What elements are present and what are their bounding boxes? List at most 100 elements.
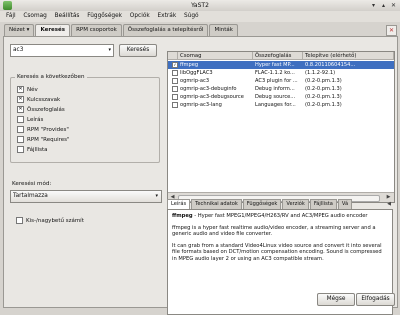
column-header-package[interactable]: Csomag [178,52,253,60]
chevron-down-icon[interactable]: ▾ [155,191,158,202]
package-status-checkbox[interactable] [172,78,178,84]
checkbox-description[interactable]: Leírás [17,116,43,124]
menu-options[interactable]: Opciók [127,11,153,22]
table-row[interactable]: ✓ ffmpeg Hyper fast MP... 0.8.2011060415… [168,61,394,69]
package-version: (0.2-0.pm.1.3) [305,86,342,92]
chevron-down-icon[interactable]: ▾ [108,45,111,56]
maximize-icon[interactable]: ▴ [379,1,388,10]
close-tab-icon[interactable]: ✕ [386,25,397,36]
checkbox-label: RPM "Provides" [27,127,69,133]
checkbox-label: Kis-/nagybetű számít [26,218,84,224]
table-row[interactable]: ogmrip-ac3-debugsource Debug source... (… [168,93,394,101]
package-status-checkbox[interactable] [172,70,178,76]
description-heading: ffmpeg - Hyper fast MPEG1/MPEG4/H263/RV … [172,213,388,220]
search-button[interactable]: Keresés [119,44,157,57]
close-icon[interactable]: ✕ [389,1,398,10]
tab-versions[interactable]: Verziók [282,199,309,209]
package-status-checkbox[interactable] [172,86,178,92]
tab-scroll-left-icon[interactable]: ◀ [385,200,393,208]
checkbox-unchecked-icon [17,116,24,123]
checkbox-file-list[interactable]: Fájllista [17,146,48,154]
menu-extras[interactable]: Extrák [155,11,180,22]
menu-bar: Fájl Csomag Beállítás Függőségek Opciók … [0,11,400,22]
tab-file-list[interactable]: Fájllista [309,199,337,209]
package-version: 0.8.20110604154... [305,62,356,68]
status-column-header[interactable] [168,52,178,60]
package-summary: Debug inform... [255,86,295,92]
package-summary: Languages for... [255,102,296,108]
tab-technical-data[interactable]: Technikai adatok [191,199,242,209]
checkbox-keywords[interactable]: ✕ Kulcsszavak [17,96,60,104]
package-status-checkbox[interactable] [172,94,178,100]
search-mode-value: Tartalmazza [13,193,48,199]
search-panel: ac3 ▾ Keresés Keresés a következőben ✕ Né… [3,36,398,315]
tab-changelog[interactable]: Vá [337,199,353,209]
checkbox-label: Leírás [27,117,44,123]
package-version: (1.1.2-92.1) [305,70,336,76]
search-input-value: ac3 [13,47,24,53]
package-name: ogmrip-ac3 [180,78,210,84]
checkbox-checked-icon: ✕ [17,106,24,113]
view-tabs: Nézet ▾ Keresés RPM csoportok Összefogla… [4,24,239,37]
column-header-summary[interactable]: Összefoglalás [253,52,303,60]
package-version: (0.2-0.pm.1.3) [305,94,342,100]
checkbox-rpm-provides[interactable]: RPM "Provides" [17,126,69,134]
menu-file[interactable]: Fájl [3,11,19,22]
table-row[interactable]: libOggFLAC3 FLAC-1.1.2 ko... (1.1.2-92.1… [168,69,394,77]
checkbox-unchecked-icon [17,126,24,133]
package-version: (0.2-0.pm.1.3) [305,102,342,108]
app-icon [3,1,12,10]
checkbox-name[interactable]: ✕ Név [17,86,38,94]
description-package-name: ffmpeg [172,213,193,219]
menu-package[interactable]: Csomag [20,11,50,22]
package-summary: Hyper fast MP... [255,62,295,68]
checkbox-case-sensitive[interactable]: Kis-/nagybetű számít [16,217,84,225]
checkbox-label: Név [27,87,38,93]
description-paragraph: ffmpeg is a hyper fast realtime audio/vi… [172,224,376,238]
package-summary: AC3 plugin for ... [255,78,298,84]
description-paragraph: It can grab from a standard Video4Linux … [172,242,382,262]
checkbox-label: Összefoglalás [27,107,65,113]
package-status-checkbox[interactable] [172,102,178,108]
accept-button[interactable]: Elfogadás [356,293,395,306]
package-summary: Debug source... [255,94,296,100]
table-row[interactable]: ogmrip-ac3-lang Languages for... (0.2-0.… [168,101,394,109]
search-mode-label: Keresési mód: [12,181,52,187]
tab-installation-summary[interactable]: Összefoglalás a telepítésről [122,24,209,36]
checkbox-checked-icon: ✕ [17,86,24,93]
package-name: ffmpeg [180,62,199,68]
tab-rpm-groups[interactable]: RPM csoportok [71,24,122,36]
menu-help[interactable]: Súgó [181,11,202,22]
package-name: libOggFLAC3 [180,70,213,76]
package-name: ogmrip-ac3-debuginfo [180,86,237,92]
search-input[interactable]: ac3 ▾ [10,44,114,57]
tab-view[interactable]: Nézet ▾ [4,24,35,36]
package-status-checkbox[interactable]: ✓ [172,62,178,68]
checkbox-checked-icon: ✕ [17,96,24,103]
tab-dependencies[interactable]: Függőségek [242,199,282,209]
minimize-icon[interactable]: ▾ [369,1,378,10]
description-summary: - Hyper fast MPEG1/MPEG4/H263/RV and AC3… [192,213,368,219]
checkbox-unchecked-icon [16,217,23,224]
search-mode-select[interactable]: Tartalmazza ▾ [10,190,162,203]
checkbox-unchecked-icon [17,136,24,143]
cancel-button[interactable]: Mégse [317,293,355,306]
package-summary: FLAC-1.1.2 ko... [255,70,295,76]
checkbox-unchecked-icon [17,146,24,153]
menu-configuration[interactable]: Beállítás [52,11,83,22]
tab-description[interactable]: Leírás [167,199,191,209]
detail-tabs: Leírás Technikai adatok Függőségek Verzi… [167,199,353,209]
package-version: (0.2-0.pm.1.3) [305,78,342,84]
table-row[interactable]: ogmrip-ac3-debuginfo Debug inform... (0.… [168,85,394,93]
table-row[interactable]: ogmrip-ac3 AC3 plugin for ... (0.2-0.pm.… [168,77,394,85]
tab-patterns[interactable]: Minták [209,24,238,36]
checkbox-label: Fájllista [27,147,48,153]
checkbox-rpm-requires[interactable]: RPM "Requires" [17,136,70,144]
menu-dependencies[interactable]: Függőségek [84,11,125,22]
checkbox-summary[interactable]: ✕ Összefoglalás [17,106,65,114]
checkbox-label: Kulcsszavak [27,97,61,103]
package-table: Csomag Összefoglalás Telepítve (elérhető… [167,51,395,203]
column-header-installed[interactable]: Telepítve (elérhető) [303,52,394,60]
search-in-group: Keresés a következőben ✕ Név ✕ Kulcsszavak… [10,74,160,163]
package-name: ogmrip-ac3-debugsource [180,94,244,100]
